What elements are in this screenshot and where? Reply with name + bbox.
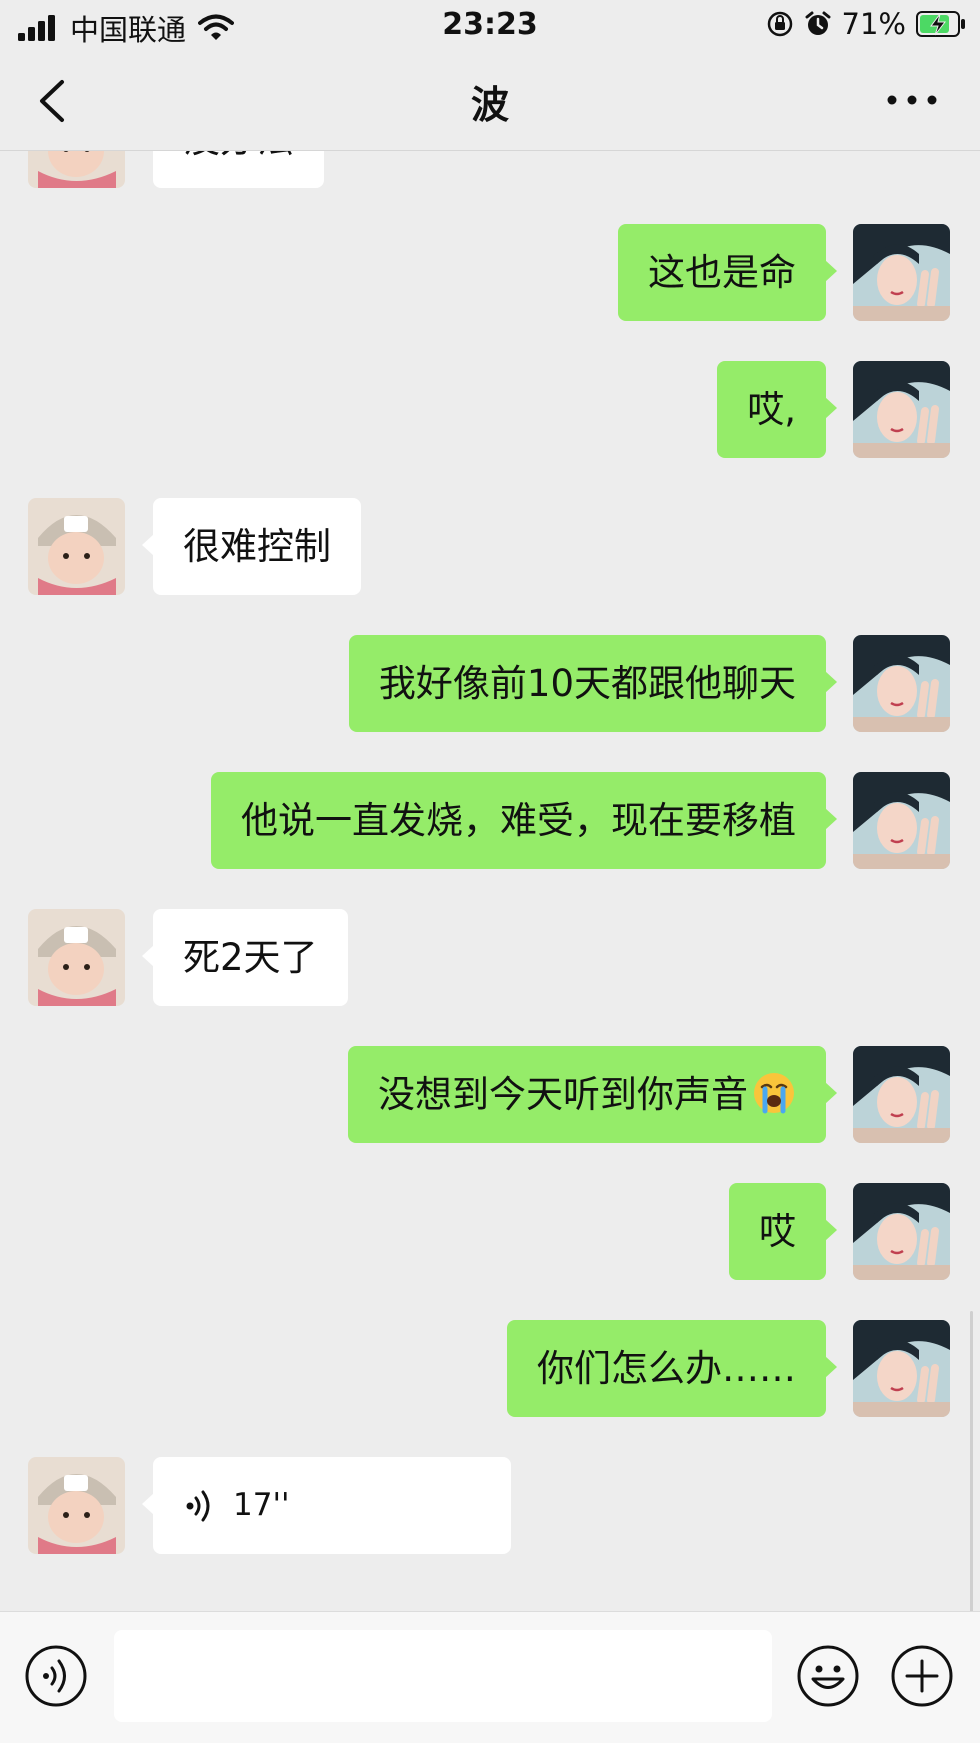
more-functions-button[interactable] <box>890 1644 954 1708</box>
user-avatar-image <box>853 361 950 458</box>
incoming-message-bubble[interactable]: 很难控制 <box>142 498 361 595</box>
chat-message-list[interactable]: 没办法 这也是命 哎, <box>0 151 980 1611</box>
self-avatar[interactable] <box>853 1320 950 1417</box>
contact-avatar[interactable] <box>28 1457 125 1554</box>
outgoing-message-bubble[interactable]: 他说一直发烧，难受，现在要移植 <box>211 772 837 869</box>
rotation-lock-icon <box>767 11 792 37</box>
contact-avatar[interactable] <box>28 151 125 188</box>
plus-icon <box>891 1645 953 1707</box>
user-avatar-image <box>853 224 950 321</box>
self-avatar[interactable] <box>853 772 950 869</box>
voice-wave-icon <box>186 1490 210 1522</box>
outgoing-message-bubble[interactable]: 没想到今天听到你声音 <box>348 1046 837 1143</box>
self-avatar[interactable] <box>853 1046 950 1143</box>
outgoing-message-bubble[interactable]: 我好像前10天都跟他聊天 <box>348 635 838 732</box>
contact-avatar[interactable] <box>28 909 125 1006</box>
user-avatar-image <box>853 772 950 869</box>
message-text: 没想到今天听到你声音 <box>378 1073 748 1116</box>
battery-charging-icon <box>916 11 965 37</box>
baby-avatar-image <box>28 909 125 1006</box>
more-button[interactable] <box>884 80 940 120</box>
baby-avatar-image <box>28 498 125 595</box>
smiley-icon <box>797 1645 859 1707</box>
self-avatar[interactable] <box>853 224 950 321</box>
outgoing-message-bubble[interactable]: 你们怎么办…… <box>507 1320 837 1417</box>
loudly-crying-face-icon <box>754 1072 794 1113</box>
battery-percent: 71% <box>841 7 906 41</box>
alarm-icon <box>805 11 831 35</box>
scrollbar[interactable] <box>970 1311 973 1611</box>
user-avatar-image <box>853 1320 950 1417</box>
self-avatar[interactable] <box>853 635 950 732</box>
message-input[interactable] <box>114 1630 772 1722</box>
self-avatar[interactable] <box>853 1183 950 1280</box>
incoming-message-bubble[interactable]: 死2天了 <box>142 909 348 1006</box>
input-bar <box>0 1611 980 1743</box>
voice-duration: 17'' <box>233 1487 290 1523</box>
emoji-button[interactable] <box>796 1644 860 1708</box>
voice-input-button[interactable] <box>24 1644 88 1708</box>
self-avatar[interactable] <box>853 361 950 458</box>
outgoing-message-bubble[interactable]: 这也是命 <box>618 224 837 321</box>
user-avatar-image <box>853 1046 950 1143</box>
user-avatar-image <box>853 1183 950 1280</box>
outgoing-message-bubble[interactable]: 哎 <box>729 1183 837 1280</box>
chat-header: 波 <box>0 50 980 151</box>
baby-avatar-image <box>28 1457 125 1554</box>
chat-title: 波 <box>470 83 509 127</box>
outgoing-message-bubble[interactable]: 哎, <box>717 361 837 458</box>
baby-avatar-image <box>28 151 125 188</box>
status-bar: 中国联通 23:23 71% <box>0 0 980 50</box>
voice-message-bubble[interactable]: 17'' <box>142 1457 511 1554</box>
user-avatar-image <box>853 635 950 732</box>
more-icon <box>887 95 937 105</box>
incoming-message-bubble[interactable]: 没办法 <box>153 151 324 188</box>
contact-avatar[interactable] <box>28 498 125 595</box>
voice-input-icon <box>25 1645 87 1707</box>
status-right: 71% <box>766 7 966 41</box>
